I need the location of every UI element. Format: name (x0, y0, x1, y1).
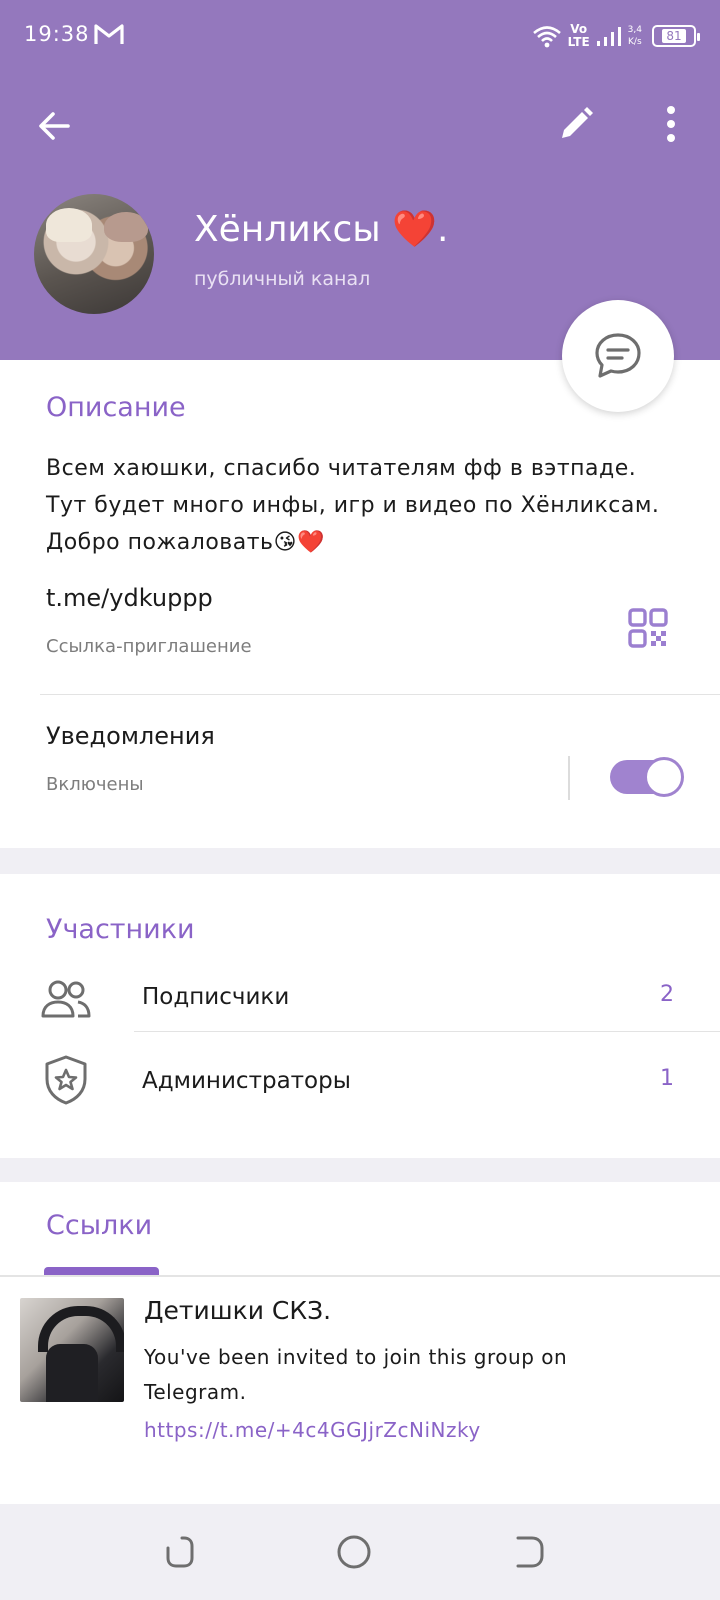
discussion-button[interactable] (562, 300, 674, 412)
administrators-label: Администраторы (142, 1068, 351, 1094)
channel-info-screen: 19:38 Vo LTE 3,4 K/s 81 Хёнликсы ❤️. пуб… (0, 0, 720, 1600)
links-tab-indicator (44, 1267, 159, 1275)
status-indicators: Vo LTE 3,4 K/s 81 (532, 18, 700, 54)
more-vertical-icon[interactable] (656, 104, 686, 144)
notifications-label: Уведомления (46, 722, 215, 750)
users-icon (41, 980, 91, 1018)
links-card: Ссылки Детишки СКЗ. You've been invited … (0, 1182, 720, 1504)
administrators-count: 1 (660, 1066, 674, 1091)
link-preview-title: Детишки СКЗ. (144, 1296, 332, 1325)
back-icon[interactable] (510, 1532, 550, 1572)
volte-bottom: LTE (567, 35, 590, 49)
divider (0, 1275, 720, 1277)
battery-icon: 81 (652, 25, 700, 47)
status-time: 19:38 (24, 22, 90, 46)
speed-unit: K/s (628, 37, 642, 47)
link-preview-thumbnail (20, 1298, 124, 1402)
shield-star-icon (45, 1055, 87, 1105)
members-title: Участники (46, 914, 195, 945)
speed-value: 3,4 (627, 25, 642, 35)
description-text: Всем хаюшки, спасибо читателям фф в вэтп… (46, 456, 660, 555)
notifications-toggle[interactable] (610, 757, 684, 797)
pencil-icon[interactable] (556, 104, 596, 144)
invite-link[interactable]: t.me/ydkuppp (46, 584, 213, 612)
members-card: Участники Подписчики 2 Администраторы 1 (0, 874, 720, 1158)
action-bar (0, 96, 720, 160)
channel-avatar[interactable] (34, 194, 154, 314)
signal-icon (596, 27, 621, 46)
notifications-status: Включены (46, 774, 144, 795)
divider (40, 694, 720, 695)
system-nav-bar (0, 1504, 720, 1600)
status-bar: 19:38 Vo LTE 3,4 K/s 81 (0, 0, 720, 72)
recent-apps-icon[interactable] (160, 1532, 200, 1572)
links-title[interactable]: Ссылки (46, 1210, 152, 1241)
wifi-icon (532, 26, 561, 48)
gmail-icon (94, 24, 124, 44)
info-card: Описание Всем хаюшки, спасибо читателям … (0, 360, 720, 848)
battery-level: 81 (662, 29, 686, 43)
channel-type: публичный канал (194, 268, 371, 290)
subscribers-count: 2 (660, 982, 674, 1007)
subscribers-label: Подписчики (142, 984, 290, 1010)
network-speed: 3,4 K/s (628, 24, 642, 48)
channel-name: Хёнликсы ❤️. (194, 209, 449, 250)
chat-bubble-icon (595, 333, 641, 378)
link-preview-url[interactable]: https://t.me/+4c4GGJjrZcNiNzky (144, 1418, 481, 1442)
link-preview-description: You've been invited to join this group o… (144, 1345, 568, 1404)
invite-link-caption: Ссылка-приглашение (46, 636, 252, 657)
vertical-separator (568, 756, 570, 800)
description-title: Описание (46, 392, 186, 423)
home-icon[interactable] (334, 1532, 374, 1572)
toggle-knob (644, 757, 684, 797)
volte-indicator: Vo LTE (568, 23, 590, 49)
administrators-row[interactable]: Администраторы 1 (0, 1032, 720, 1132)
back-arrow-icon[interactable] (34, 106, 74, 146)
qr-code-icon[interactable] (628, 608, 668, 648)
